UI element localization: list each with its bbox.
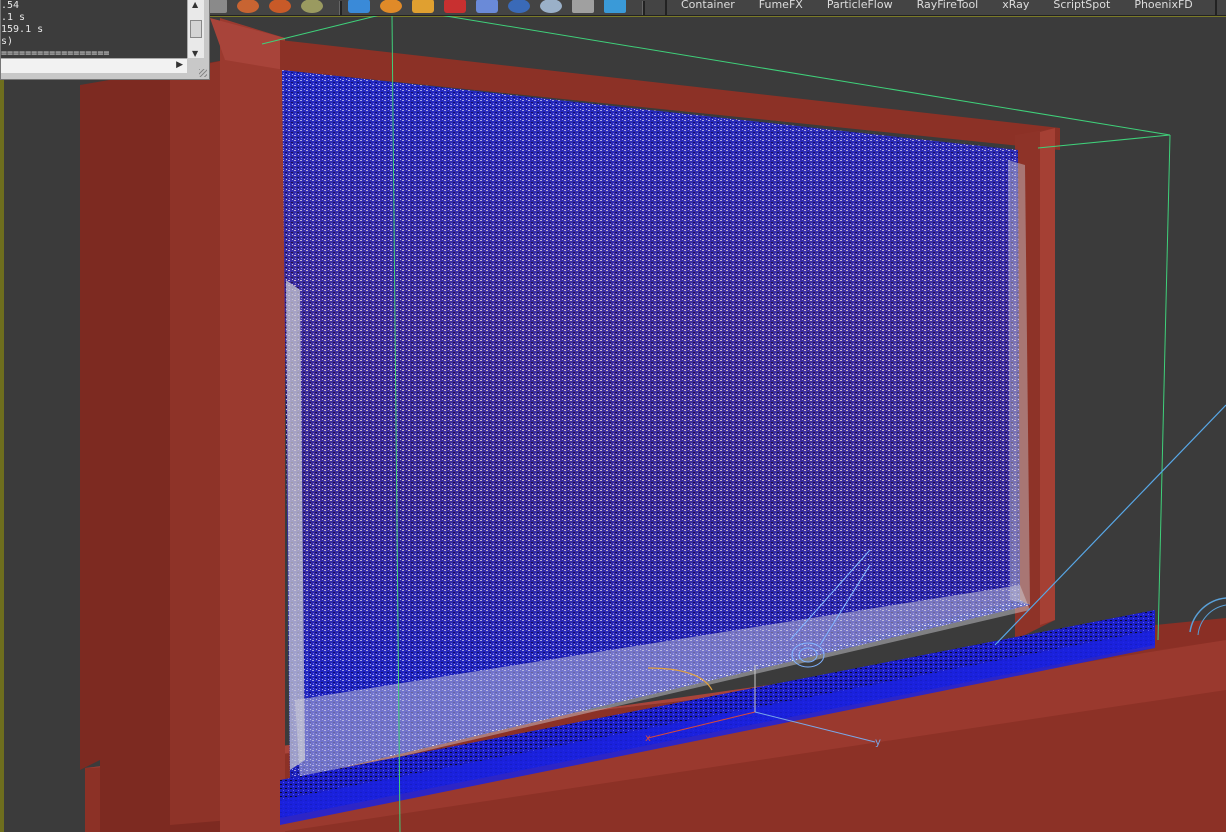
listener-output[interactable]: .54 .1 s 159.1 s s) ================== xyxy=(1,0,187,58)
toolbar-separator xyxy=(339,1,342,15)
axis-label-y: y xyxy=(875,737,881,748)
listener-line: ================== xyxy=(1,48,110,58)
cog-icon[interactable] xyxy=(301,0,323,13)
lights-icon[interactable] xyxy=(444,0,466,13)
listener-line: .1 s xyxy=(1,12,26,23)
left-pillar-inner xyxy=(220,18,285,832)
listener-horizontal-scrollbar[interactable]: ▶ xyxy=(1,58,187,73)
main-toolbar: Container FumeFX ParticleFlow RayFireToo… xyxy=(205,0,1226,16)
plugin-menu-bar: Container FumeFX ParticleFlow RayFireToo… xyxy=(665,0,1217,15)
perspective-viewport[interactable]: x y xyxy=(0,0,1226,832)
teapot-icon[interactable] xyxy=(237,0,259,13)
render-frame-icon[interactable] xyxy=(412,0,434,13)
scroll-right-icon[interactable]: ▶ xyxy=(176,60,183,70)
globe-icon[interactable] xyxy=(540,0,562,13)
render-setup-icon[interactable] xyxy=(380,0,402,13)
scroll-down-icon[interactable]: ▼ xyxy=(192,49,198,58)
layers-icon[interactable] xyxy=(604,0,626,13)
menu-xray[interactable]: xRay xyxy=(1002,0,1029,10)
scroll-up-icon[interactable]: ▲ xyxy=(192,0,198,9)
material-editor-icon[interactable] xyxy=(348,0,370,13)
right-pillar-face xyxy=(1040,128,1055,625)
listener-vertical-scrollbar[interactable]: ▲ ▼ xyxy=(187,0,204,58)
menu-scriptspot[interactable]: ScriptSpot xyxy=(1053,0,1110,10)
scrollbar-thumb[interactable] xyxy=(190,20,202,38)
resize-grip-icon[interactable] xyxy=(199,69,207,77)
render-icon[interactable] xyxy=(269,0,291,13)
shading-icon[interactable] xyxy=(508,0,530,13)
listener-line: 159.1 s xyxy=(1,24,44,35)
menu-fumefx[interactable]: FumeFX xyxy=(759,0,803,10)
maxscript-listener: .54 .1 s 159.1 s s) ================== ▲… xyxy=(0,0,210,80)
rigid-body-icon[interactable] xyxy=(476,0,498,13)
menu-rayfiretool[interactable]: RayFireTool xyxy=(917,0,979,10)
listener-line: .54 xyxy=(1,0,20,11)
toolbar-separator xyxy=(642,1,645,15)
listener-line: s) xyxy=(1,36,14,47)
axis-label-x: x xyxy=(645,733,651,744)
menu-particleflow[interactable]: ParticleFlow xyxy=(827,0,893,10)
menu-container[interactable]: Container xyxy=(681,0,735,10)
landscape-icon[interactable] xyxy=(572,0,594,13)
menu-phoenixfd[interactable]: PhoenixFD xyxy=(1134,0,1192,10)
viewport-scene: x y xyxy=(80,14,1226,832)
